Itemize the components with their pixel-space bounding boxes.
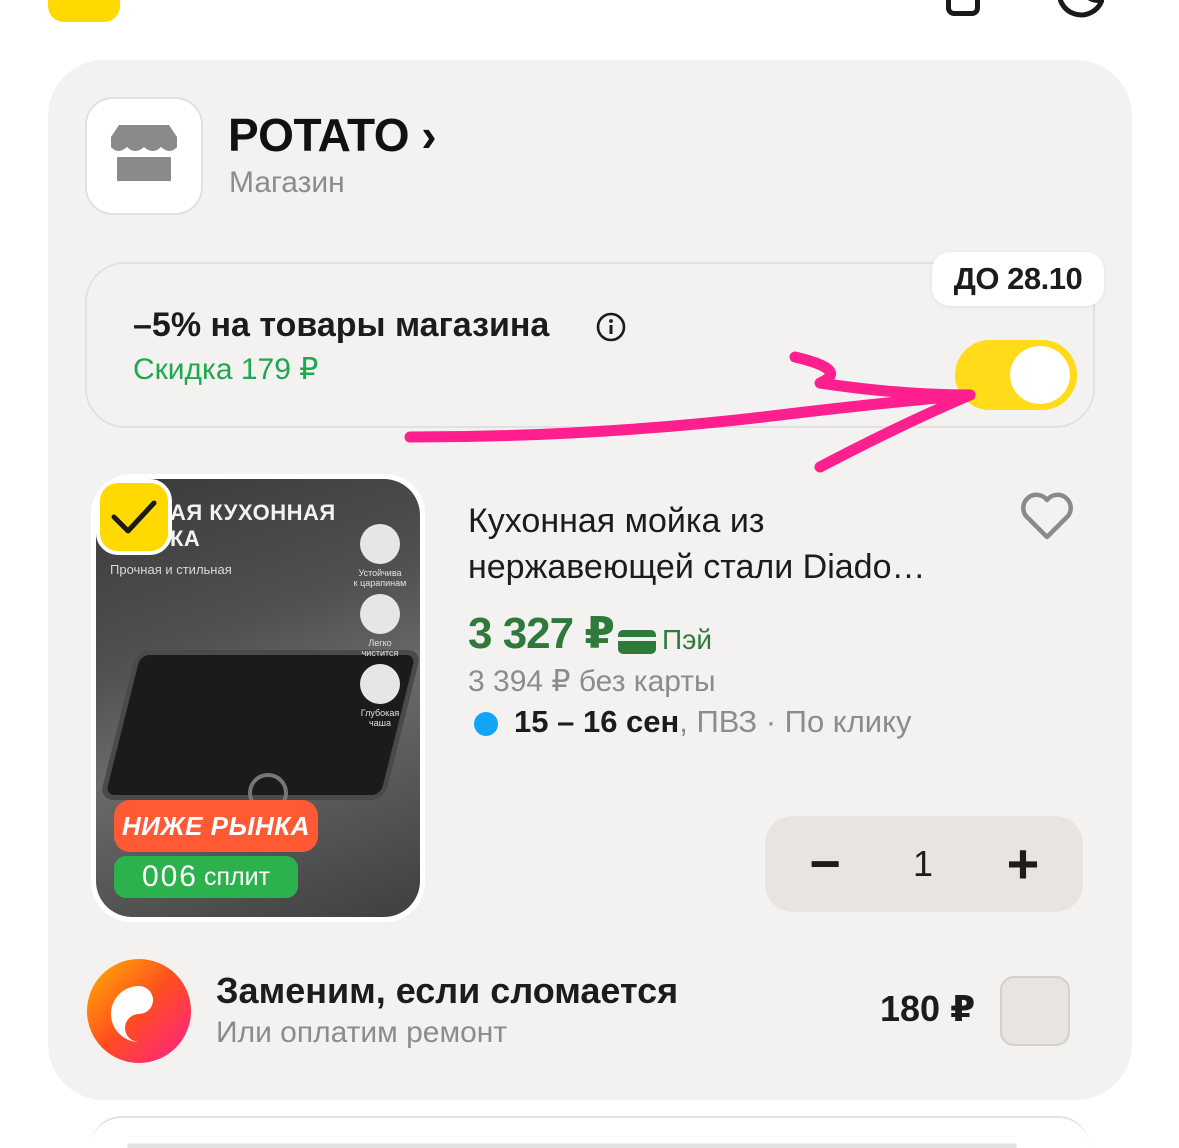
warranty-checkbox[interactable] — [1000, 976, 1070, 1046]
pay-label: Пэй — [662, 624, 713, 655]
easy-clean-icon — [360, 594, 400, 634]
warranty-subtitle: Или оплатим ремонт — [216, 1016, 508, 1049]
store-icon — [111, 125, 177, 181]
delivery-dates: 15 – 16 сен — [514, 704, 680, 739]
shop-logo[interactable] — [85, 97, 203, 215]
delivery-dot-icon — [474, 712, 498, 736]
quantity-value: 1 — [912, 843, 934, 884]
split-badge: 006 сплит — [114, 856, 298, 898]
delivery-info: 15 – 16 сен, ПВЗ · По клику — [514, 704, 912, 740]
bank-card-icon — [618, 630, 656, 654]
feature-label: Устойчива к царапинам — [353, 568, 407, 588]
scratch-resistant-icon — [360, 524, 400, 564]
toggle-knob — [1010, 346, 1070, 404]
next-card-edge — [90, 1116, 1090, 1148]
increase-quantity-button[interactable]: + — [990, 832, 1056, 895]
image-subtitle: Прочная и стильная — [110, 562, 232, 577]
below-market-badge: НИЖЕ РЫНКА — [114, 800, 318, 852]
promo-title: –5% на товары магазина — [133, 306, 550, 344]
decrease-quantity-button[interactable]: − — [790, 834, 860, 894]
warranty-logo-icon — [87, 959, 191, 1063]
feature-label: Легко чистится — [361, 638, 399, 658]
product-title-link[interactable]: Кухонная мойка из нержавеющей стали Diad… — [468, 498, 998, 590]
product-select-checkbox[interactable] — [96, 479, 172, 555]
shop-subtitle: Магазин — [229, 166, 345, 199]
promo-until-badge: ДО 28.10 — [932, 252, 1104, 306]
warranty-title: Заменим, если сломается — [216, 970, 679, 1011]
delivery-details: , ПВЗ · По клику — [679, 704, 912, 739]
warranty-price: 180 ₽ — [880, 988, 976, 1029]
checkmark-icon — [111, 500, 157, 534]
price-without-card: 3 394 ₽ без карты — [468, 665, 716, 698]
feature-label: Глубокая чаша — [360, 708, 400, 728]
product-price: 3 327 ₽ — [468, 609, 615, 658]
split-number: 006 — [141, 860, 198, 893]
bag-icon[interactable] — [946, 0, 980, 16]
split-label: сплит — [204, 862, 271, 891]
promo-discount: Скидка 179 ₽ — [133, 353, 319, 386]
heart-icon[interactable] — [1018, 490, 1076, 542]
moon-icon[interactable] — [1058, 0, 1104, 18]
select-all-checkbox[interactable] — [48, 0, 120, 22]
shop-name-link[interactable]: POTATO › — [228, 108, 437, 162]
deep-bowl-icon — [360, 664, 400, 704]
info-icon[interactable] — [596, 312, 626, 342]
